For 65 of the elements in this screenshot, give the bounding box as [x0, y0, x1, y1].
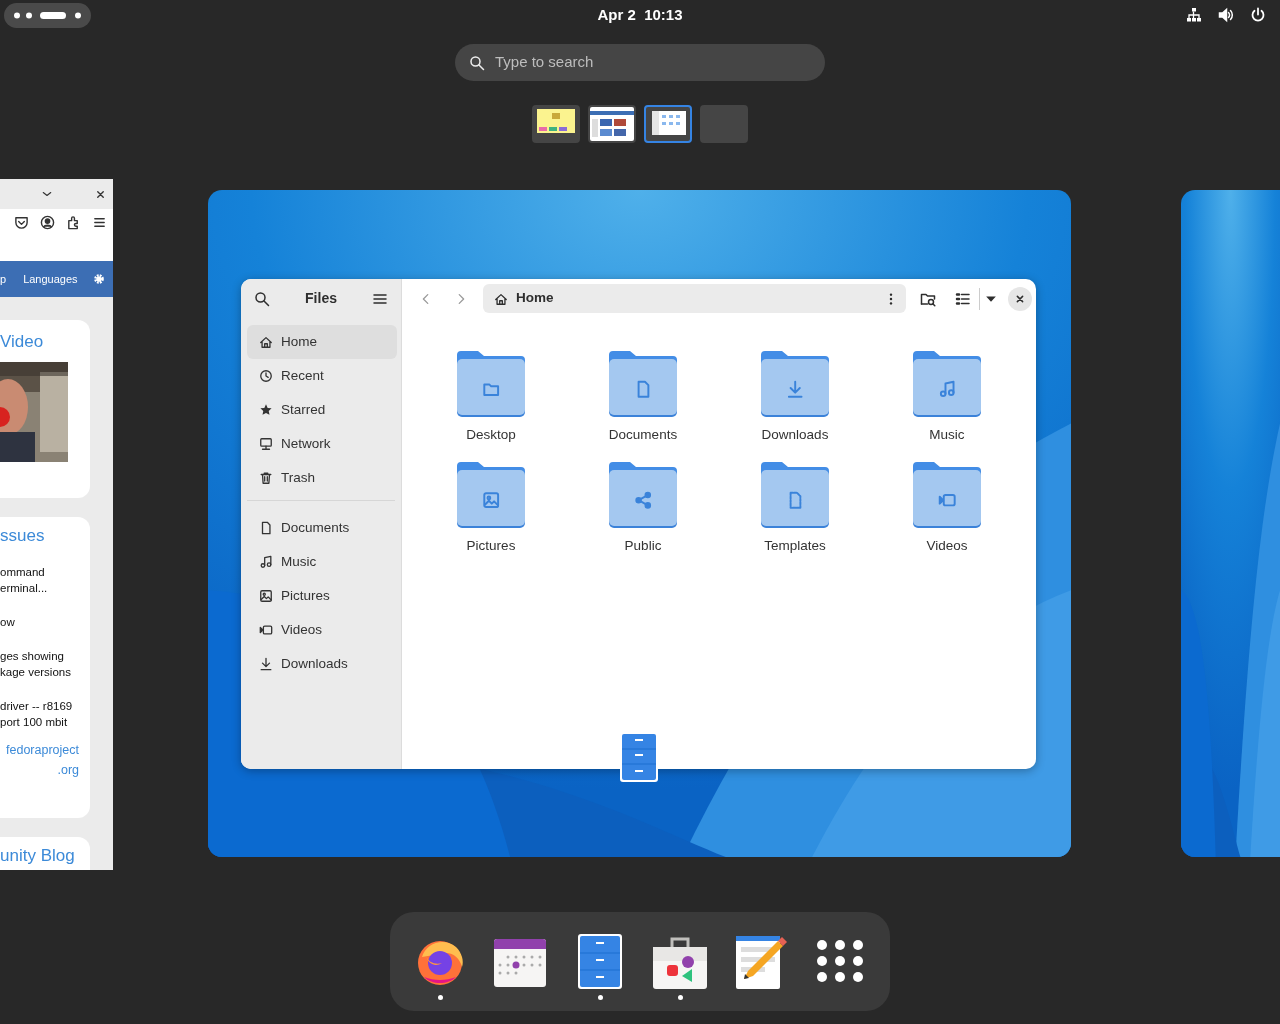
folder-item[interactable]: Videos — [871, 458, 1023, 557]
list-view-button[interactable] — [955, 290, 971, 307]
sidebar-item[interactable]: Starred — [247, 393, 397, 427]
folder-item[interactable]: Pictures — [415, 458, 567, 557]
clock[interactable]: Apr 2 10:13 — [597, 0, 683, 30]
sidebar-item[interactable]: Trash — [247, 461, 397, 495]
list-item-text: driver -- r8169 port 100 mbit — [0, 699, 74, 730]
search-icon — [254, 290, 270, 307]
sidebar-item[interactable]: Downloads — [247, 647, 397, 681]
image-icon — [259, 589, 273, 603]
activities-button[interactable] — [4, 3, 91, 28]
list-item-text: ommand erminal... — [0, 565, 49, 596]
trash-icon — [259, 471, 273, 485]
document-icon — [259, 521, 273, 535]
list-item-text: ges showing kage versions — [0, 649, 72, 680]
card-title: unity Blog — [0, 846, 76, 866]
sidebar-item[interactable]: Documents — [247, 511, 397, 545]
search-bar[interactable]: Type to search — [455, 44, 825, 81]
sidebar-item[interactable]: Recent — [247, 359, 397, 393]
search-icon — [469, 54, 485, 71]
workspace-thumbnail[interactable] — [532, 105, 580, 143]
list-icon — [955, 290, 971, 307]
folder-item[interactable]: Templates — [719, 458, 871, 557]
menu-icon[interactable] — [92, 215, 107, 230]
gear-icon[interactable] — [91, 272, 106, 286]
home-icon — [259, 335, 273, 349]
sidebar-item[interactable]: Videos — [247, 613, 397, 647]
folder-item[interactable]: Music — [871, 347, 1023, 446]
workspace-thumbnail[interactable] — [588, 105, 636, 143]
video-camera-icon — [259, 623, 273, 637]
card-title: ssues — [0, 526, 46, 546]
list-item-text: ow — [0, 615, 16, 630]
folder-item[interactable]: Documents — [567, 347, 719, 446]
home-icon — [494, 291, 508, 306]
puzzle-icon[interactable] — [66, 215, 81, 230]
link[interactable]: fedoraproject .org — [0, 740, 90, 780]
nav-link[interactable]: Languages — [23, 270, 78, 288]
nav-link[interactable]: p — [0, 270, 7, 288]
account-icon[interactable] — [40, 215, 55, 230]
download-icon — [259, 657, 273, 671]
dots-icon — [14, 12, 81, 19]
sidebar-item[interactable]: Home — [247, 325, 397, 359]
folder-item[interactable]: Desktop — [415, 347, 567, 446]
shield-icon[interactable] — [14, 215, 29, 230]
star-icon — [259, 403, 273, 417]
close-icon[interactable] — [95, 188, 106, 200]
path-bar[interactable]: Home — [483, 284, 906, 313]
window-title: Files — [305, 289, 337, 308]
clock-icon — [259, 369, 273, 383]
sidebar-item[interactable]: Music — [247, 545, 397, 579]
power-icon[interactable] — [1250, 7, 1266, 23]
music-note-icon — [259, 555, 273, 569]
monitor-icon — [259, 437, 273, 451]
workspace-thumbnail[interactable] — [700, 105, 748, 143]
sidebar-item[interactable]: Network — [247, 427, 397, 461]
volume-icon[interactable] — [1218, 7, 1234, 23]
search-field[interactable]: Type to search — [493, 50, 811, 75]
sidebar-item[interactable]: Pictures — [247, 579, 397, 613]
folder-item[interactable]: Downloads — [719, 347, 871, 446]
folder-item[interactable]: Public — [567, 458, 719, 557]
card-title: Video — [0, 332, 45, 352]
search-button[interactable] — [254, 290, 270, 307]
workspace-thumbnail[interactable] — [644, 105, 692, 143]
network-icon[interactable] — [1186, 7, 1202, 23]
close-button[interactable] — [1008, 286, 1032, 311]
